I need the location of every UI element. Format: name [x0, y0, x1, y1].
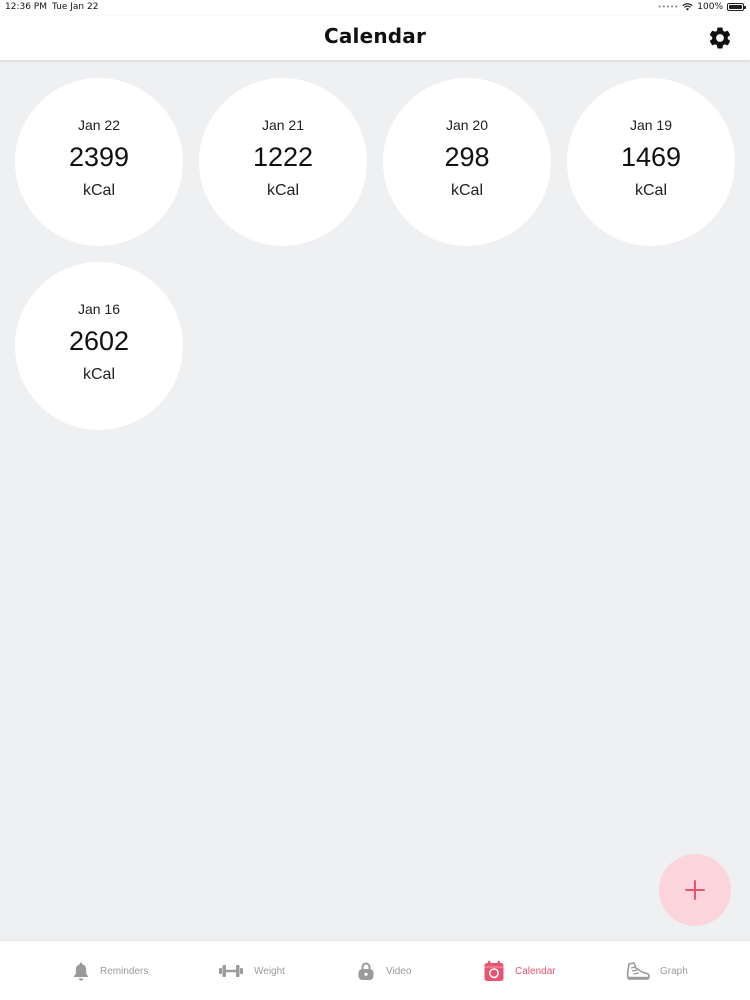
gear-icon	[709, 27, 731, 49]
day-unit: kCal	[450, 181, 483, 199]
day-date: Jan 21	[261, 116, 305, 133]
day-date: Jan 22	[77, 116, 121, 133]
tab-label: Weight	[254, 965, 285, 977]
day-date: Jan 20	[445, 116, 489, 133]
day-unit: kCal	[634, 181, 667, 199]
add-entry-button[interactable]	[659, 854, 731, 926]
calendar-grid: Jan 22 2399 kCal Jan 21 1222 kCal Jan 20…	[15, 78, 735, 430]
day-unit: kCal	[82, 365, 115, 383]
tab-label: Reminders	[100, 965, 149, 977]
battery-percent: 100%	[697, 2, 723, 12]
shoe-icon	[626, 962, 650, 980]
tab-reminders[interactable]: Reminders	[72, 941, 148, 1000]
lock-icon	[358, 962, 374, 980]
status-indicators: ••••• 100%	[657, 2, 746, 12]
cellular-signal-icon: •••••	[657, 3, 679, 11]
tab-calendar[interactable]: Calendar	[483, 941, 556, 1000]
day-calories: 298	[444, 141, 490, 172]
plus-icon	[685, 880, 705, 900]
tab-label: Graph	[660, 965, 688, 977]
tab-video[interactable]: Video	[356, 941, 411, 1000]
day-calories: 2602	[68, 325, 130, 356]
day-unit: kCal	[266, 181, 299, 199]
status-date: Tue Jan 22	[52, 2, 99, 12]
day-date: Jan 19	[629, 116, 673, 133]
tab-label: Video	[386, 965, 412, 977]
dumbbell-icon	[219, 965, 243, 977]
day-card[interactable]: Jan 22 2399 kCal	[15, 78, 183, 246]
day-unit: kCal	[82, 181, 115, 199]
day-card[interactable]: Jan 19 1469 kCal	[567, 78, 735, 246]
nav-bar: Calendar	[0, 16, 750, 60]
battery-icon	[727, 3, 746, 11]
tab-bar: Reminders Weight Video Calendar Graph	[0, 940, 750, 1000]
day-card[interactable]: Jan 21 1222 kCal	[199, 78, 367, 246]
day-calories: 1222	[252, 141, 314, 172]
day-card[interactable]: Jan 16 2602 kCal	[15, 262, 183, 430]
tab-graph[interactable]: Graph	[626, 941, 688, 1000]
wifi-icon	[682, 3, 693, 11]
day-calories: 1469	[620, 141, 682, 172]
tab-weight[interactable]: Weight	[218, 941, 285, 1000]
settings-button[interactable]	[706, 24, 734, 52]
day-date: Jan 16	[77, 300, 121, 317]
status-time: 12:36 PM	[5, 2, 47, 12]
tab-label: Calendar	[515, 965, 556, 977]
day-card[interactable]: Jan 20 298 kCal	[383, 78, 551, 246]
status-bar: 12:36 PM Tue Jan 22 ••••• 100%	[0, 0, 750, 16]
page-title: Calendar	[323, 24, 427, 48]
day-calories: 2399	[68, 141, 130, 172]
bell-icon	[73, 962, 89, 981]
calendar-icon	[484, 960, 504, 981]
